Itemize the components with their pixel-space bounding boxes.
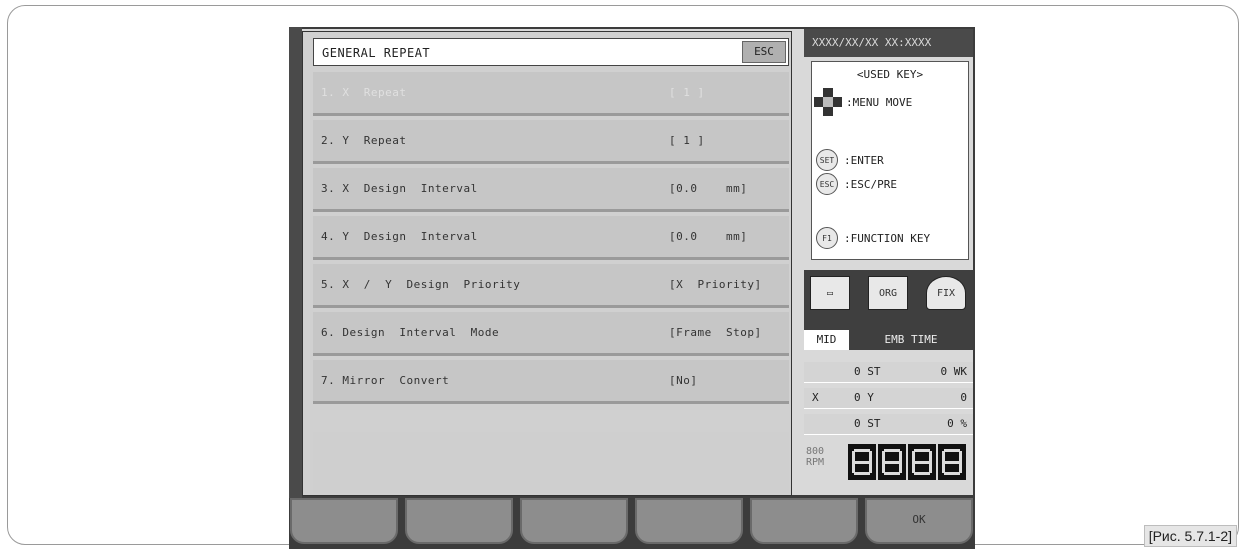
function-key-1[interactable] — [290, 498, 398, 544]
function-key-5[interactable] — [750, 498, 858, 544]
menu-item-label: 1. X Repeat — [321, 86, 407, 99]
function-key-bar: OK — [290, 498, 974, 544]
menu-item-value: [X Priority] — [669, 278, 762, 291]
stat-c: 0 WK — [940, 365, 968, 378]
f1-key-icon: F1 — [816, 227, 838, 249]
stat-c: 0 — [960, 391, 967, 404]
dialog-footer — [313, 432, 789, 493]
stat-c: 0 % — [947, 417, 967, 430]
function-key-2[interactable] — [405, 498, 513, 544]
general-repeat-dialog: GENERAL REPEAT ESC 1. X Repeat [ 1 ] 2. … — [302, 31, 792, 496]
menu-item-value: [No] — [669, 374, 698, 387]
dpad-icon — [814, 88, 842, 116]
dialog-title: GENERAL REPEAT — [322, 46, 431, 60]
menu-item-x-repeat[interactable]: 1. X Repeat [ 1 ] — [313, 72, 789, 116]
menu-item-label: 6. Design Interval Mode — [321, 326, 500, 339]
ok-button[interactable]: OK — [865, 498, 973, 544]
menu-item-label: 3. X Design Interval — [321, 182, 478, 195]
rpm-display: 800 RPM — [804, 440, 973, 486]
dialog-header: GENERAL REPEAT ESC — [313, 38, 789, 66]
rpm-value: 800 — [806, 446, 825, 457]
menu-item-label: 2. Y Repeat — [321, 134, 407, 147]
set-key-icon: SET — [816, 149, 838, 171]
menu-item-mirror-convert[interactable]: 7. Mirror Convert [No] — [313, 360, 789, 404]
tab-emb-time[interactable]: EMB TIME — [849, 330, 973, 350]
menu-item-y-repeat[interactable]: 2. Y Repeat [ 1 ] — [313, 120, 789, 164]
datetime-display: XXXX/XX/XX XX:XXXX — [804, 29, 973, 57]
right-panel: XXXX/XX/XX XX:XXXX <USED KEY> :MENU MOVE… — [804, 29, 973, 495]
fix-icon[interactable]: FIX — [926, 276, 966, 310]
menu-item-value: [ 1 ] — [669, 134, 705, 147]
key-label-enter: :ENTER — [844, 153, 884, 167]
segment-digit — [908, 444, 936, 480]
key-label-function: :FUNCTION KEY — [844, 231, 931, 245]
esc-key-icon: ESC — [816, 173, 838, 195]
screen-left-edge — [289, 27, 302, 498]
segment-digit — [878, 444, 906, 480]
stat-b: 0 ST — [854, 417, 881, 430]
figure-caption: [Рис. 5.7.1-2] — [1143, 525, 1237, 547]
key-row-esc: ESC :ESC/PRE — [812, 172, 897, 196]
key-row-function: F1 :FUNCTION KEY — [812, 226, 930, 250]
menu-item-x-design-interval[interactable]: 3. X Design Interval [0.0 mm] — [313, 168, 789, 212]
stat-b: 0 Y — [854, 391, 874, 404]
key-label-menu-move: :MENU MOVE — [846, 95, 913, 109]
function-key-4[interactable] — [635, 498, 743, 544]
menu-item-value: [0.0 mm] — [669, 230, 748, 243]
stat-row-progress: 0 ST 0 % — [804, 414, 973, 435]
key-row-enter: SET :ENTER — [812, 148, 884, 172]
rpm-unit: RPM — [806, 457, 825, 468]
stat-row-xy: X 0 Y 0 — [804, 388, 973, 409]
menu-item-label: 5. X / Y Design Priority — [321, 278, 521, 291]
stat-row-stitch: 0 ST 0 WK — [804, 362, 973, 383]
mode-icon-bar: ▭ ORG FIX — [804, 270, 973, 330]
key-label-esc: :ESC/PRE — [844, 177, 897, 191]
key-row-menu-move: :MENU MOVE — [812, 88, 913, 116]
rpm-label: 800 RPM — [806, 446, 824, 468]
menu-item-label: 7. Mirror Convert — [321, 374, 450, 387]
frame-icon[interactable]: ▭ — [810, 276, 850, 310]
segment-digit — [848, 444, 876, 480]
function-key-3[interactable] — [520, 498, 628, 544]
used-key-legend: <USED KEY> :MENU MOVE SET :ENTER ESC :ES… — [811, 61, 969, 260]
menu-item-y-design-interval[interactable]: 4. Y Design Interval [0.0 mm] — [313, 216, 789, 260]
tab-mid[interactable]: MID — [804, 330, 849, 350]
menu-item-value: [0.0 mm] — [669, 182, 748, 195]
stat-b: 0 ST — [854, 365, 881, 378]
segment-digit — [938, 444, 966, 480]
status-tabs: MID EMB TIME — [804, 330, 973, 350]
menu-item-design-priority[interactable]: 5. X / Y Design Priority [X Priority] — [313, 264, 789, 308]
used-key-title: <USED KEY> — [856, 68, 924, 81]
menu-item-label: 4. Y Design Interval — [321, 230, 478, 243]
esc-button[interactable]: ESC — [742, 41, 786, 63]
menu-item-value: [Frame Stop] — [669, 326, 762, 339]
menu-item-value: [ 1 ] — [669, 86, 705, 99]
stat-a: X — [812, 391, 819, 404]
org-icon[interactable]: ORG — [868, 276, 908, 310]
menu-item-design-interval-mode[interactable]: 6. Design Interval Mode [Frame Stop] — [313, 312, 789, 356]
